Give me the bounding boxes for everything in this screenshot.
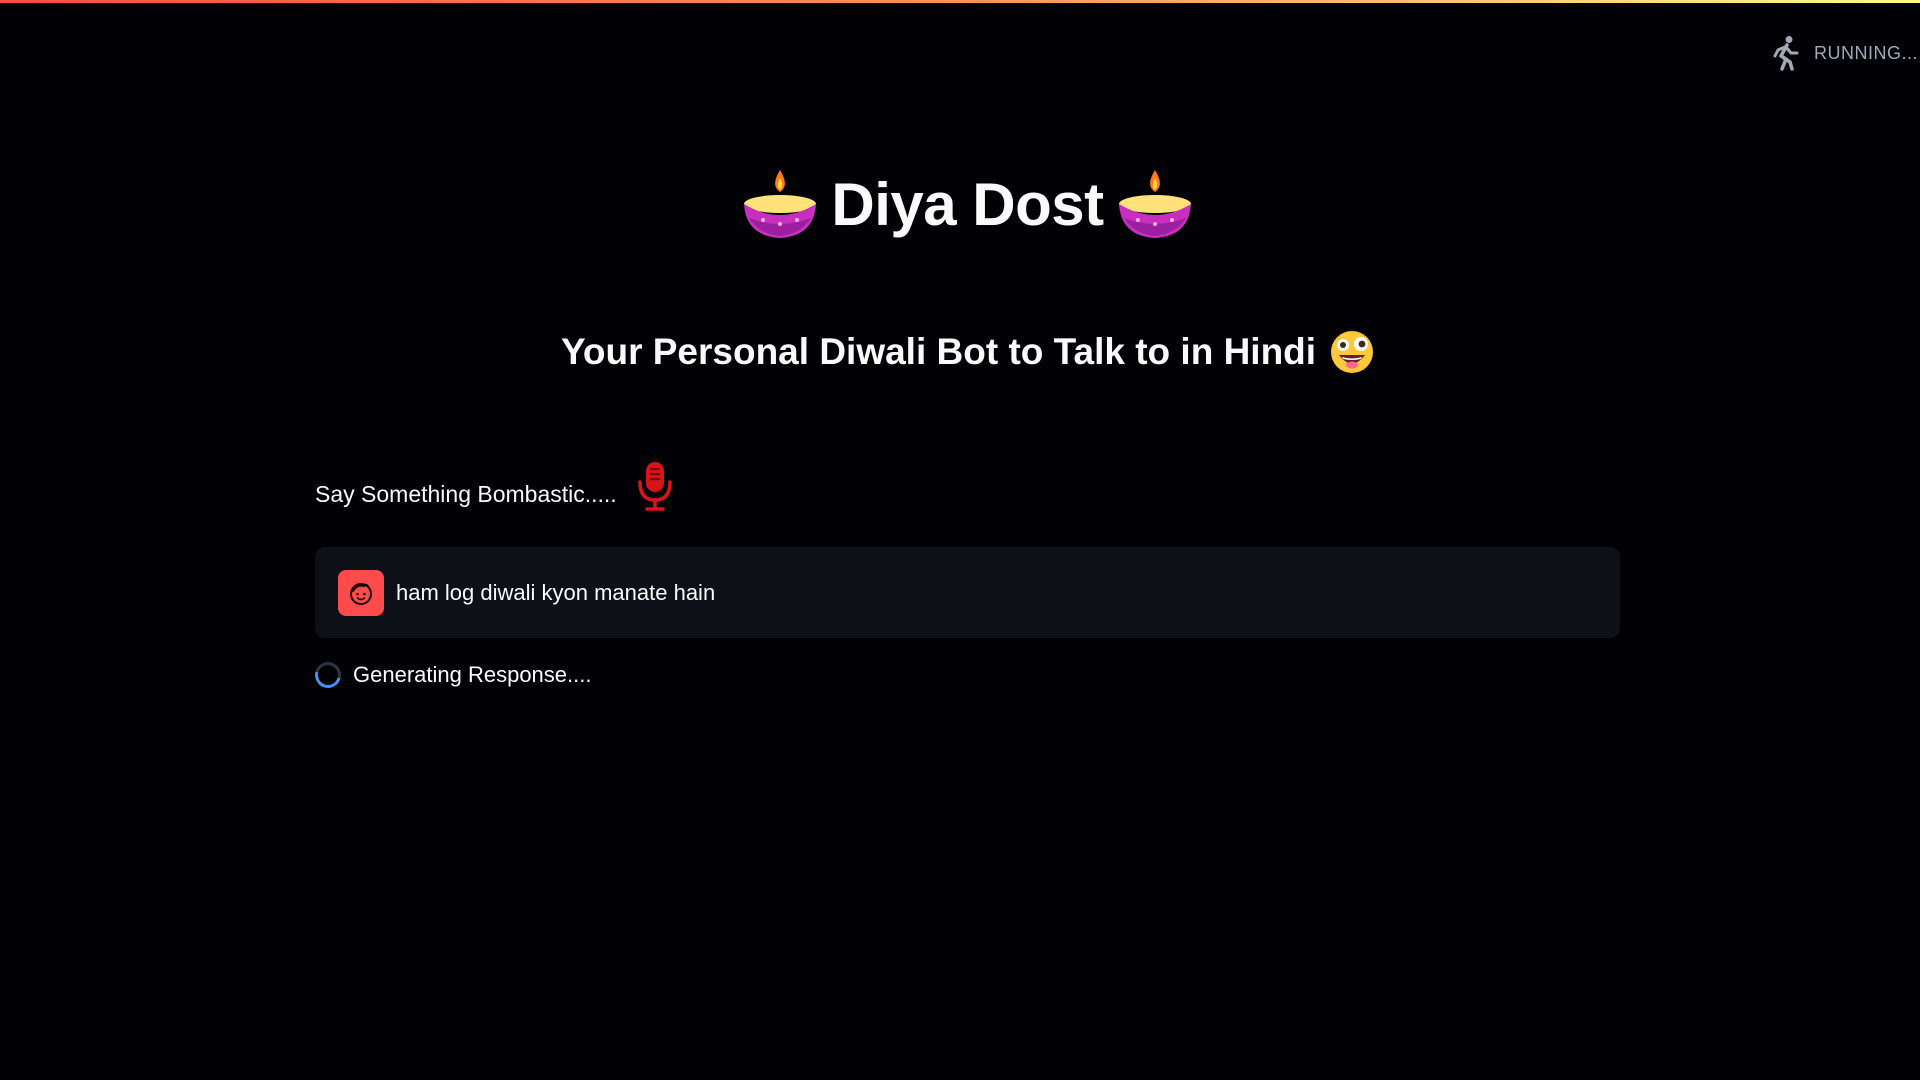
loading-spinner: Generating Response.... (310, 657, 592, 693)
top-decoration-bar (0, 0, 1920, 3)
microphone-button[interactable] (637, 460, 673, 512)
spinner-icon (310, 657, 346, 693)
running-man-icon (1770, 35, 1800, 71)
voice-recorder: Say Something Bombastic..... (315, 460, 673, 512)
chat-message: ham log diwali kyon manate hain (315, 547, 1620, 638)
user-face-icon (348, 580, 374, 606)
microphone-icon (637, 460, 673, 512)
subtitle-text: Your Personal Diwali Bot to Talk to in H… (560, 331, 1317, 372)
diya-lamp-icon (741, 168, 819, 240)
spinner-text: Generating Response.... (353, 662, 592, 687)
title-text: Diya Dost (831, 170, 1104, 238)
subtitle: Your Personal Diwali Bot to Talk to in H… (315, 330, 1620, 374)
message-text: ham log diwali kyon manate hain (396, 579, 716, 605)
page-title: Diya Dost (315, 168, 1620, 240)
diya-lamp-icon (1116, 168, 1194, 240)
user-avatar (338, 569, 384, 616)
running-status-text: RUNNING... (1814, 42, 1918, 63)
grinning-crazy-face-icon (1330, 330, 1374, 374)
running-status: RUNNING... (1770, 33, 1920, 73)
recorder-label: Say Something Bombastic..... (315, 480, 617, 507)
